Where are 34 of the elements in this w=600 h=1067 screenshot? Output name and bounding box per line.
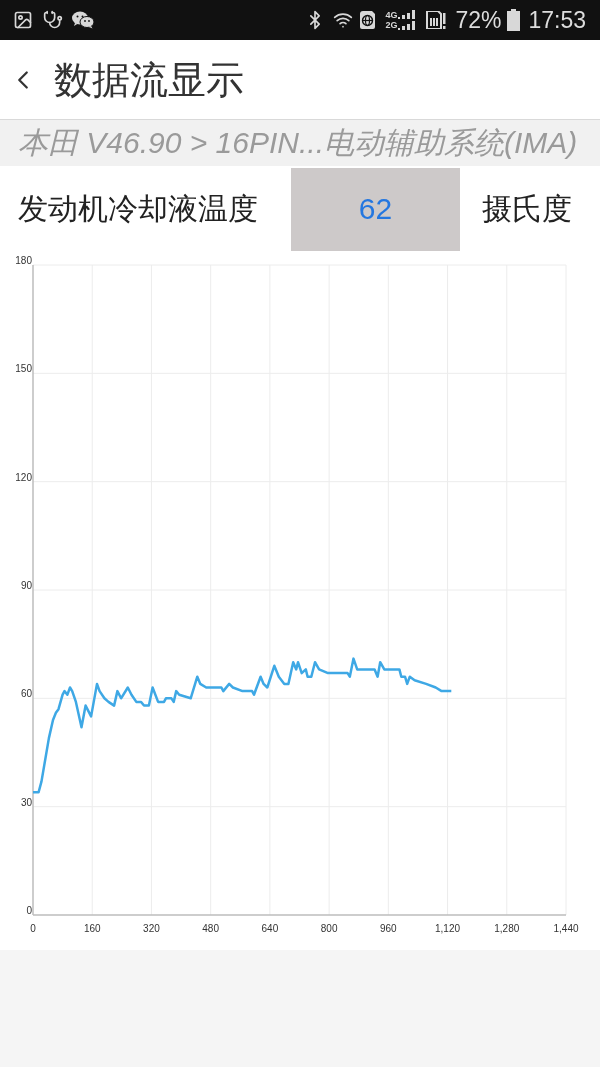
x-tick-label: 640	[261, 923, 279, 934]
stethoscope-icon	[43, 10, 63, 30]
clock-time: 17:53	[528, 8, 586, 32]
y-tick-label: 90	[20, 580, 32, 591]
y-tick-label: 60	[20, 688, 32, 700]
network-type-label: 2G	[385, 20, 398, 30]
x-tick-label: 160	[83, 923, 101, 934]
battery-icon	[507, 9, 521, 31]
sim-card-alert-icon	[426, 11, 447, 29]
x-tick-label: 960	[380, 923, 397, 934]
y-tick-label: 0	[26, 905, 32, 916]
y-tick-label: 180	[15, 255, 32, 266]
chat-bubbles-icon	[72, 11, 94, 29]
x-tick-label: 0	[30, 923, 36, 934]
x-tick-label: 800	[320, 923, 338, 934]
parameter-value: 62	[358, 194, 393, 224]
page-title: 数据流显示	[54, 60, 244, 99]
wifi-icon	[333, 10, 354, 30]
unit-label: 摄氏度	[482, 194, 572, 224]
image-icon	[13, 10, 33, 30]
x-tick-label: 1,120	[435, 923, 461, 934]
signal-bars-icon	[398, 10, 417, 30]
y-tick-label: 30	[20, 796, 32, 808]
x-tick-label: 1,440	[553, 923, 579, 934]
x-tick-label: 320	[143, 923, 160, 934]
breadcrumb-path: 本田 V46.90 > 16PIN...电动辅助系统(IMA)	[18, 128, 578, 158]
battery-percentage: 72%	[455, 8, 502, 32]
network-type-label: 4G	[385, 10, 398, 20]
globe-icon	[360, 11, 376, 29]
parameter-name: 发动机冷却液温度	[18, 194, 258, 224]
y-tick-label: 120	[15, 471, 32, 483]
y-tick-label: 150	[15, 363, 32, 375]
x-tick-label: 480	[202, 923, 219, 934]
x-tick-label: 1,280	[494, 923, 520, 934]
